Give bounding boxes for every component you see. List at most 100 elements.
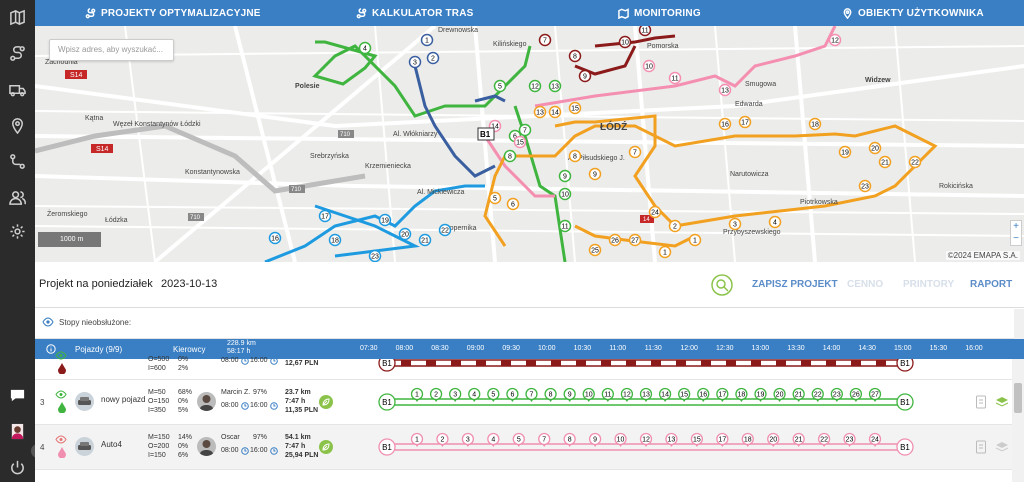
depot-marker[interactable]: B1 [378,359,396,372]
stop-marker[interactable]: 7 [538,33,552,47]
stop-marker[interactable]: 20 [398,227,412,241]
stop-marker[interactable]: 24 [648,205,662,219]
stop-marker[interactable]: 9 [588,432,602,448]
route-icon[interactable] [0,38,35,68]
stop-marker[interactable]: 6 [506,387,519,403]
stop-marker[interactable]: 23 [368,249,382,262]
power-icon[interactable] [0,452,35,482]
stop-marker[interactable]: 4 [487,432,500,448]
stop-marker[interactable]: 15 [513,135,527,149]
stop-marker[interactable]: 4 [358,41,372,55]
stop-marker[interactable]: 12 [528,79,542,93]
stop-marker[interactable]: 9 [558,169,572,183]
nav-optimization-projects[interactable]: PROJEKTY OPTYMALIZACYJNE [85,0,261,26]
stop-marker[interactable]: 25 [588,243,602,257]
pin-icon[interactable] [0,110,35,140]
stop-marker[interactable]: 24 [868,432,882,448]
route-timeline[interactable]: 1 2 3 4 5 6 7 8 9 10 11 12 13 14 15 16 17 18 19 20 21 22 23 26 2… [375,380,915,425]
stop-marker[interactable]: 2 [426,51,440,65]
stop-marker[interactable]: 3 [408,55,422,69]
route-optimize-icon[interactable] [711,274,733,296]
stop-marker[interactable]: 20 [773,387,786,403]
truck-icon[interactable] [0,74,35,104]
vehicles-header[interactable]: Pojazdy (9/9) [75,339,122,359]
route-map[interactable]: S14 S14 710 710 710 14 Drewnowska Pomorsk… [35,26,1024,262]
stop-marker[interactable]: 22 [811,387,824,403]
schedule-row[interactable]: O=500 I=600 0% 2% 08:00 16:00 12,67 PLN B1 B1 [35,351,1012,380]
stop-marker[interactable]: 27 [628,233,642,247]
stop-marker[interactable]: 17 [716,387,729,403]
stop-marker[interactable]: 19 [838,145,852,159]
nav-route-calculator[interactable]: KALKULATOR TRAS [356,0,474,26]
stop-marker[interactable]: 20 [767,432,780,448]
stop-marker[interactable]: 16 [268,231,282,245]
depot-marker[interactable]: B1 [896,393,914,411]
stop-marker[interactable]: 11 [601,387,614,403]
stop-marker[interactable]: 12 [620,387,634,403]
stop-marker[interactable]: 1 [420,33,434,47]
stop-marker[interactable]: 17 [716,432,729,448]
stop-marker[interactable]: 10 [582,387,595,403]
stop-marker[interactable]: 27 [868,387,882,403]
schedule-scrollbar[interactable] [1012,359,1024,482]
stop-marker[interactable]: 13 [718,83,732,97]
stop-marker[interactable]: 13 [533,105,547,119]
stop-marker[interactable]: 26 [608,233,622,247]
driver-name[interactable]: Marcin Z. [221,389,250,396]
stop-marker[interactable]: 18 [741,432,754,448]
vehicle-name[interactable]: nowy pojazd [101,395,145,404]
stop-marker[interactable]: 3 [449,387,462,403]
stop-marker[interactable]: 18 [328,233,342,247]
stop-marker[interactable]: 12 [828,33,842,47]
depot-marker[interactable]: B1 [378,393,396,411]
stop-marker[interactable]: 7 [628,145,642,159]
stop-marker[interactable]: 5 [512,432,525,448]
stop-marker[interactable]: 10 [614,432,627,448]
depot-marker[interactable]: B1 [477,127,495,141]
route-color-icon[interactable] [58,363,66,374]
save-project-button[interactable]: ZAPISZ PROJEKT [752,279,838,290]
stop-marker[interactable]: 10 [558,187,572,201]
stop-marker[interactable]: 10 [618,35,632,49]
chat-icon[interactable] [0,380,35,410]
stop-marker[interactable]: 8 [568,49,582,63]
stop-marker[interactable]: 18 [808,117,822,131]
project-date[interactable]: 2023-10-13 [161,278,217,290]
layers-icon[interactable] [995,440,1009,454]
stop-marker[interactable]: 6 [506,197,520,211]
eye-icon[interactable] [42,317,54,327]
route-color-icon[interactable] [58,402,66,413]
layers-icon[interactable] [995,395,1009,409]
stop-marker[interactable]: 2 [429,387,443,403]
stop-marker[interactable]: 7 [518,123,532,137]
stop-marker[interactable]: 17 [738,115,752,129]
stop-marker[interactable]: 23 [858,179,872,193]
vehicle-name[interactable]: Auto4 [101,440,122,449]
stop-marker[interactable]: 8 [544,387,557,403]
report-button[interactable]: RAPORT [970,279,1012,290]
stop-marker[interactable]: 3 [728,217,742,231]
stop-marker[interactable]: 5 [488,191,502,205]
stop-marker[interactable]: 20 [868,141,882,155]
stop-marker[interactable]: 21 [878,155,892,169]
stop-marker[interactable]: 1 [410,387,424,403]
schedule-row[interactable]: 3 nowy pojazd M=50 O=150 I=350 68% 0% 5% Marcin … [35,380,1012,425]
stop-marker[interactable]: 5 [487,387,500,403]
address-search-input[interactable]: Wpisz adres, aby wyszukać... [49,39,174,61]
stop-marker[interactable]: 26 [849,387,863,403]
stop-marker[interactable]: 8 [568,149,582,163]
stop-marker[interactable]: 9 [563,387,576,403]
stop-marker[interactable]: 7 [538,432,551,448]
stop-marker[interactable]: 1 [688,233,702,247]
map-canvas[interactable]: S14 S14 710 710 710 14 DrewnowskaPomorsk… [35,26,1024,262]
stop-marker[interactable]: 9 [588,167,602,181]
stop-marker[interactable]: 22 [817,432,831,448]
stop-marker[interactable]: 11 [668,71,682,85]
map-icon[interactable] [0,2,35,32]
stop-marker[interactable]: 16 [697,387,710,403]
stop-marker[interactable]: 1 [410,432,424,448]
route-timeline[interactable]: B1 B1 [375,359,915,380]
stop-marker[interactable]: 16 [718,117,732,131]
stop-marker[interactable]: 23 [830,387,843,403]
stop-marker[interactable]: 23 [843,432,856,448]
